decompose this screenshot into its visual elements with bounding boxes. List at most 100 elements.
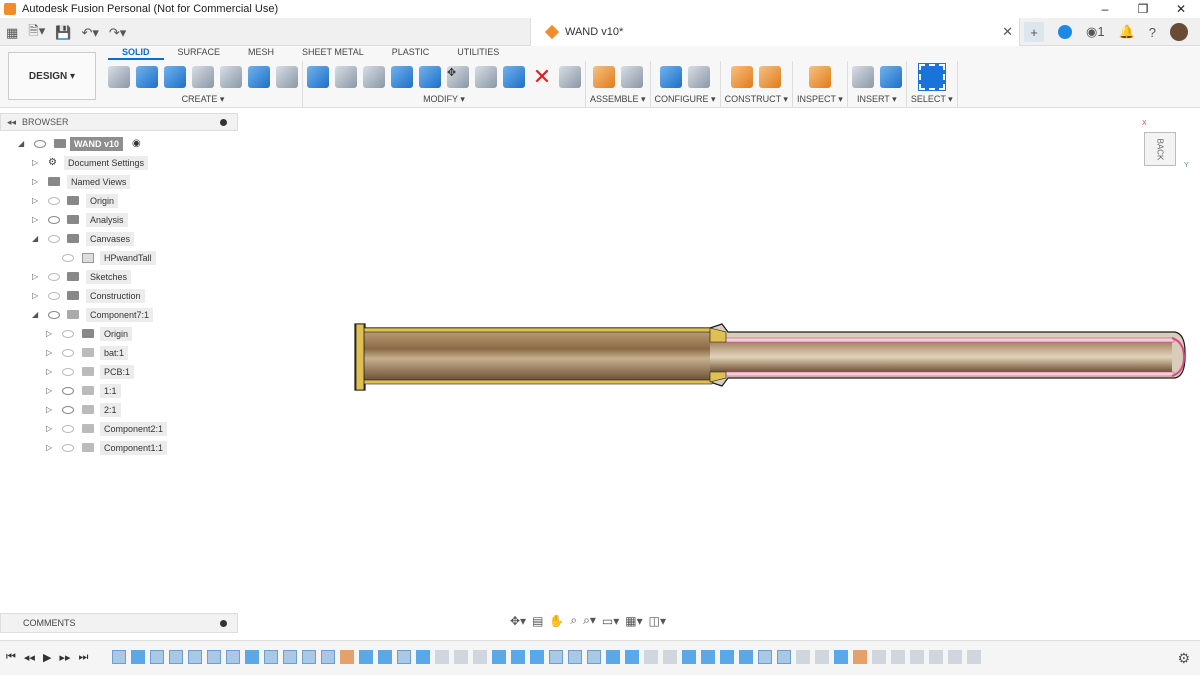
tab-utilities[interactable]: UTILITIES <box>443 46 513 60</box>
tab-solid[interactable]: SOLID <box>108 46 164 60</box>
timeline-feature-icon[interactable] <box>530 650 544 664</box>
inspect-menu[interactable]: INSPECT ▾ <box>797 94 843 105</box>
viewports-icon[interactable]: ◫▾ <box>649 614 666 628</box>
timeline-feature-icon[interactable] <box>416 650 430 664</box>
select-menu[interactable]: SELECT ▾ <box>911 94 953 105</box>
visibility-eye-icon[interactable] <box>48 234 60 243</box>
wand-model[interactable] <box>240 110 1200 635</box>
browser-panel-header[interactable]: ◂◂ BROWSER <box>0 113 238 131</box>
timeline-feature-icon[interactable] <box>435 650 449 664</box>
timeline-feature-icon[interactable] <box>682 650 696 664</box>
timeline-feature-icon[interactable] <box>549 650 563 664</box>
collapse-panel-icon[interactable]: ◂◂ <box>7 117 16 128</box>
tree-item[interactable]: ▷ Named Views <box>0 172 238 191</box>
combine-icon[interactable] <box>419 66 441 88</box>
configure-icon[interactable] <box>660 66 683 88</box>
configure-menu[interactable]: CONFIGURE ▾ <box>655 94 716 105</box>
close-tab-icon[interactable]: ✕ <box>1002 24 1013 40</box>
step-forward-icon[interactable]: ▸▸ <box>59 651 70 664</box>
timeline-feature-icon[interactable] <box>340 650 354 664</box>
timeline-feature-icon[interactable] <box>473 650 487 664</box>
tree-item[interactable]: ▷ Origin <box>0 191 238 210</box>
timeline-feature-icon[interactable] <box>150 650 164 664</box>
tree-item[interactable]: ◢ Component7:1 <box>0 305 238 324</box>
timeline-feature-icon[interactable] <box>606 650 620 664</box>
workspace-switcher-button[interactable]: DESIGN ▾ <box>8 52 96 100</box>
new-tab-button[interactable]: + <box>1024 22 1044 42</box>
visibility-eye-icon[interactable] <box>62 424 74 433</box>
fillet-icon[interactable] <box>335 66 357 88</box>
tree-item[interactable]: ▷ Origin <box>0 324 238 343</box>
undo-icon[interactable]: ↶▾ <box>81 25 98 41</box>
mirror-icon[interactable] <box>276 66 298 88</box>
expand-triangle-icon[interactable]: ▷ <box>46 405 52 414</box>
expand-triangle-icon[interactable]: ▷ <box>46 424 52 433</box>
assemble-menu[interactable]: ASSEMBLE ▾ <box>590 94 646 105</box>
visibility-eye-icon[interactable] <box>34 139 46 148</box>
visibility-eye-icon[interactable] <box>48 215 60 224</box>
activate-radio-icon[interactable]: ◉ <box>132 138 141 149</box>
zoom-icon[interactable]: ⌕ <box>570 613 577 628</box>
notifications-icon[interactable]: 🔔 <box>1119 24 1135 40</box>
timeline-feature-icon[interactable] <box>169 650 183 664</box>
expand-triangle-icon[interactable]: ▷ <box>46 386 52 395</box>
scale-icon[interactable] <box>503 66 525 88</box>
document-tab[interactable]: WAND v10* ✕ <box>530 18 1020 46</box>
split-body-icon[interactable] <box>475 66 497 88</box>
minimize-button[interactable]: – <box>1086 0 1124 18</box>
timeline-feature-icon[interactable] <box>207 650 221 664</box>
tree-root[interactable]: ◢ WAND v10 ◉ <box>0 134 238 153</box>
timeline-feature-icon[interactable] <box>302 650 316 664</box>
collapse-triangle-icon[interactable]: ◢ <box>32 310 38 319</box>
visibility-eye-icon[interactable] <box>62 405 74 414</box>
insert-menu[interactable]: INSERT ▾ <box>857 94 897 105</box>
expand-triangle-icon[interactable]: ▷ <box>46 348 52 357</box>
timeline-feature-icon[interactable] <box>777 650 791 664</box>
comments-panel[interactable]: COMMENTS <box>0 613 238 633</box>
expand-triangle-icon[interactable]: ▷ <box>32 291 38 300</box>
circular-pattern-icon[interactable] <box>248 66 270 88</box>
expand-triangle-icon[interactable]: ▷ <box>46 367 52 376</box>
expand-triangle-icon[interactable]: ▷ <box>32 177 38 186</box>
visibility-eye-icon[interactable] <box>48 291 60 300</box>
help-button[interactable]: ? <box>1149 25 1156 40</box>
timeline-feature-icon[interactable] <box>283 650 297 664</box>
timeline-feature-icon[interactable] <box>454 650 468 664</box>
expand-triangle-icon[interactable]: ▷ <box>32 272 38 281</box>
move-icon[interactable]: ✥ <box>447 66 469 88</box>
timeline-feature-icon[interactable] <box>663 650 677 664</box>
visibility-eye-icon[interactable] <box>62 443 74 452</box>
redo-icon[interactable]: ↷▾ <box>109 25 126 41</box>
tab-mesh[interactable]: MESH <box>234 46 288 60</box>
timeline-feature-icon[interactable] <box>815 650 829 664</box>
orbit-icon[interactable]: ✥▾ <box>510 614 526 628</box>
press-pull-icon[interactable] <box>307 66 329 88</box>
visibility-eye-icon[interactable] <box>48 310 60 319</box>
visibility-eye-icon[interactable] <box>62 348 74 357</box>
grid-icon[interactable]: ▦ <box>6 25 18 41</box>
play-icon[interactable]: ▶ <box>43 651 51 664</box>
midplane-icon[interactable] <box>759 66 782 88</box>
view-cube[interactable]: X BACK Y <box>1140 120 1189 172</box>
user-avatar[interactable] <box>1170 23 1188 41</box>
tree-item[interactable]: ▷ 2:1 <box>0 400 238 419</box>
expand-triangle-icon[interactable]: ▷ <box>32 215 38 224</box>
timeline-feature-icon[interactable] <box>568 650 582 664</box>
timeline-feature-icon[interactable] <box>948 650 962 664</box>
go-to-end-icon[interactable]: ⏭ <box>78 651 88 664</box>
timeline-feature-icon[interactable] <box>245 650 259 664</box>
timeline-feature-icon[interactable] <box>853 650 867 664</box>
tab-surface[interactable]: SURFACE <box>164 46 235 60</box>
panel-pin-icon[interactable] <box>220 119 227 126</box>
grid-settings-icon[interactable]: ▦▾ <box>625 614 642 628</box>
select-icon[interactable] <box>917 63 946 91</box>
tree-item[interactable]: ▷ ⚙ Document Settings <box>0 153 238 172</box>
timeline-settings-gear-icon[interactable]: ⚙ <box>1177 650 1190 667</box>
tree-item[interactable]: ▷ Sketches <box>0 267 238 286</box>
timeline-feature-icon[interactable] <box>492 650 506 664</box>
modify-menu[interactable]: MODIFY ▾ <box>423 94 465 105</box>
file-icon[interactable]: 🗎▾ <box>28 22 45 44</box>
close-window-button[interactable]: ✕ <box>1162 0 1200 18</box>
view-cube-face[interactable]: BACK <box>1144 132 1176 166</box>
look-at-icon[interactable]: ▤ <box>532 614 543 628</box>
